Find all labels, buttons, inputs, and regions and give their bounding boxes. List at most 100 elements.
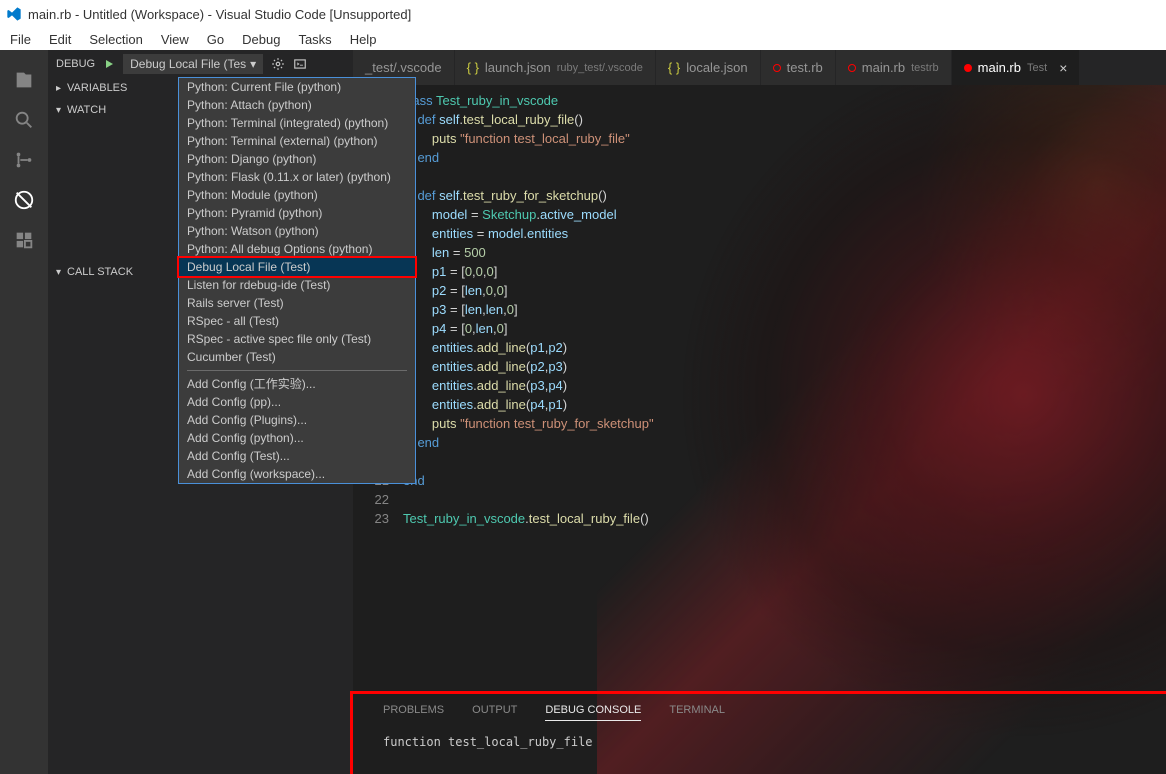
- vscode-icon: [6, 6, 22, 22]
- debug-add-config-option[interactable]: Add Config (Test)...: [179, 447, 415, 465]
- code-line[interactable]: class Test_ruby_in_vscode: [403, 91, 1166, 110]
- tab-sublabel: ruby_test/.vscode: [557, 62, 643, 74]
- editor-tab[interactable]: main.rbtestrb: [836, 50, 952, 85]
- tab-label: locale.json: [686, 60, 747, 75]
- panel-tab-debug-console[interactable]: DEBUG CONSOLE: [545, 704, 641, 721]
- debug-add-config-option[interactable]: Add Config (workspace)...: [179, 465, 415, 483]
- tab-label: test.rb: [787, 60, 823, 75]
- debug-config-option[interactable]: RSpec - all (Test): [179, 312, 415, 330]
- titlebar: main.rb - Untitled (Workspace) - Visual …: [0, 0, 1166, 28]
- debug-config-option[interactable]: Cucumber (Test): [179, 348, 415, 366]
- code-line[interactable]: end: [403, 471, 1166, 490]
- debug-start-button[interactable]: [103, 58, 115, 70]
- editor-tab[interactable]: { } launch.json ruby_test/.vscode: [455, 50, 656, 85]
- code-line[interactable]: [403, 167, 1166, 186]
- debug-config-option[interactable]: Listen for rdebug-ide (Test): [179, 276, 415, 294]
- code-line[interactable]: end: [403, 433, 1166, 452]
- menu-view[interactable]: View: [161, 32, 189, 47]
- close-icon[interactable]: ×: [1059, 60, 1067, 76]
- debug-config-option[interactable]: Python: Terminal (external) (python): [179, 132, 415, 150]
- activity-explorer[interactable]: [0, 60, 48, 100]
- panel-tab-terminal[interactable]: TERMINAL: [669, 704, 725, 721]
- json-icon: { }: [467, 60, 479, 75]
- code-line[interactable]: end: [403, 148, 1166, 167]
- code-line[interactable]: entities.add_line(p3,p4): [403, 376, 1166, 395]
- code-line[interactable]: model = Sketchup.active_model: [403, 205, 1166, 224]
- debug-config-option[interactable]: Python: All debug Options (python): [179, 240, 415, 258]
- code-area[interactable]: 1234567891011121314151617181920212223 cl…: [353, 85, 1166, 774]
- editor-area: _test/.vscode { } launch.json ruby_test/.vs…: [353, 50, 1166, 774]
- tab-sublabel: Test: [1027, 62, 1047, 74]
- debug-config-option[interactable]: Python: Pyramid (python): [179, 204, 415, 222]
- debug-config-option[interactable]: Debug Local File (Test): [179, 258, 415, 276]
- panel-tab-problems[interactable]: PROBLEMS: [383, 704, 444, 721]
- debug-config-option[interactable]: Python: Module (python): [179, 186, 415, 204]
- code-line[interactable]: p3 = [len,len,0]: [403, 300, 1166, 319]
- debug-config-selected: Debug Local File (Tes: [130, 57, 246, 71]
- menu-selection[interactable]: Selection: [89, 32, 142, 47]
- code-line[interactable]: entities = model.entities: [403, 224, 1166, 243]
- debug-label: DEBUG: [56, 58, 95, 70]
- debug-config-dropdown-menu: Python: Current File (python)Python: Att…: [178, 77, 416, 484]
- code-line[interactable]: len = 500: [403, 243, 1166, 262]
- code-line[interactable]: p1 = [0,0,0]: [403, 262, 1166, 281]
- ruby-icon: [964, 64, 972, 72]
- editor-tab[interactable]: { } locale.json: [656, 50, 761, 85]
- debug-config-dropdown[interactable]: Debug Local File (Tes ▾: [123, 54, 263, 74]
- code-line[interactable]: entities.add_line(p2,p3): [403, 357, 1166, 376]
- debug-console-output: function test_local_ruby_file: [383, 735, 1136, 749]
- menu-edit[interactable]: Edit: [49, 32, 71, 47]
- debug-config-option[interactable]: RSpec - active spec file only (Test): [179, 330, 415, 348]
- debug-config-option[interactable]: Python: Flask (0.11.x or later) (python): [179, 168, 415, 186]
- tab-label: launch.json: [485, 60, 551, 75]
- menu-debug[interactable]: Debug: [242, 32, 280, 47]
- variables-label: VARIABLES: [67, 82, 127, 94]
- code-line[interactable]: [403, 490, 1166, 509]
- debug-console-button[interactable]: [293, 57, 307, 71]
- debug-add-config-option[interactable]: Add Config (Plugins)...: [179, 411, 415, 429]
- menubar: File Edit Selection View Go Debug Tasks Help: [0, 28, 1166, 50]
- debug-sidebar: DEBUG Debug Local File (Tes ▾ ▸ VARIABLES…: [48, 50, 353, 774]
- debug-config-option[interactable]: Python: Current File (python): [179, 78, 415, 96]
- callstack-label: CALL STACK: [67, 266, 133, 278]
- menu-go[interactable]: Go: [207, 32, 224, 47]
- code-line[interactable]: def self.test_ruby_for_sketchup(): [403, 186, 1166, 205]
- ruby-icon: [848, 64, 856, 72]
- code-content[interactable]: class Test_ruby_in_vscode def self.test_…: [403, 85, 1166, 774]
- code-line[interactable]: puts "function test_ruby_for_sketchup": [403, 414, 1166, 433]
- activity-search[interactable]: [0, 100, 48, 140]
- menu-file[interactable]: File: [10, 32, 31, 47]
- debug-add-config-option[interactable]: Add Config (工作实验)...: [179, 375, 415, 393]
- debug-add-config-option[interactable]: Add Config (python)...: [179, 429, 415, 447]
- code-line[interactable]: p2 = [len,0,0]: [403, 281, 1166, 300]
- panel-tab-output[interactable]: OUTPUT: [472, 704, 517, 721]
- code-line[interactable]: entities.add_line(p1,p2): [403, 338, 1166, 357]
- activity-scm[interactable]: [0, 140, 48, 180]
- debug-config-option[interactable]: Rails server (Test): [179, 294, 415, 312]
- debug-settings-button[interactable]: [271, 57, 285, 71]
- tab-label: _test/.vscode: [365, 60, 442, 75]
- activity-bar: [0, 50, 48, 774]
- activity-debug[interactable]: [0, 180, 48, 220]
- menu-tasks[interactable]: Tasks: [298, 32, 331, 47]
- code-line[interactable]: [403, 452, 1166, 471]
- code-line[interactable]: puts "function test_local_ruby_file": [403, 129, 1166, 148]
- tab-sublabel: testrb: [911, 62, 939, 74]
- chevron-down-icon: ▾: [56, 105, 61, 116]
- activity-extensions[interactable]: [0, 220, 48, 260]
- code-line[interactable]: def self.test_local_ruby_file(): [403, 110, 1166, 129]
- editor-tab[interactable]: test.rb: [761, 50, 836, 85]
- dropdown-caret-icon: ▾: [250, 57, 256, 71]
- debug-config-option[interactable]: Python: Django (python): [179, 150, 415, 168]
- code-line[interactable]: Test_ruby_in_vscode.test_local_ruby_file…: [403, 509, 1166, 528]
- code-line[interactable]: p4 = [0,len,0]: [403, 319, 1166, 338]
- debug-config-option[interactable]: Python: Attach (python): [179, 96, 415, 114]
- menu-help[interactable]: Help: [350, 32, 377, 47]
- json-icon: { }: [668, 60, 680, 75]
- code-line[interactable]: entities.add_line(p4,p1): [403, 395, 1166, 414]
- chevron-right-icon: ▸: [56, 83, 61, 94]
- editor-tab[interactable]: main.rbTest×: [952, 50, 1081, 85]
- debug-config-option[interactable]: Python: Watson (python): [179, 222, 415, 240]
- debug-add-config-option[interactable]: Add Config (pp)...: [179, 393, 415, 411]
- debug-config-option[interactable]: Python: Terminal (integrated) (python): [179, 114, 415, 132]
